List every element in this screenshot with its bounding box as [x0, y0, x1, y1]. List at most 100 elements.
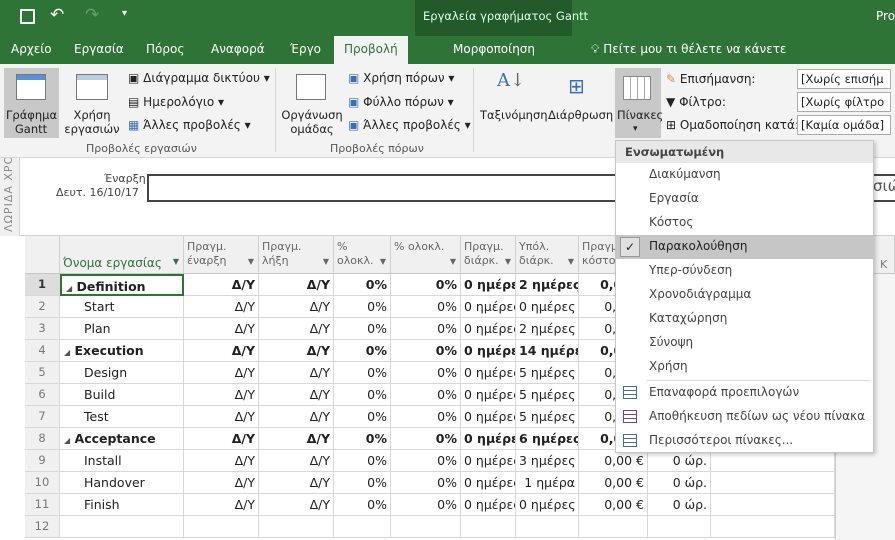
- table-cell[interactable]: ◢ Execution: [60, 340, 184, 362]
- table-cell[interactable]: 0%: [334, 450, 391, 472]
- table-cell[interactable]: 0 ώρ.: [648, 450, 711, 472]
- tell-me[interactable]: 💡︎ Πείτε μου τι θέλετε να κάνετε: [591, 42, 786, 57]
- table-cell[interactable]: ◢ Definition: [60, 274, 184, 296]
- table-cell[interactable]: Δ/Υ: [259, 428, 334, 450]
- table-cell[interactable]: Δ/Υ: [184, 472, 259, 494]
- menu-action[interactable]: Περισσότεροι πίνακες...: [616, 429, 873, 453]
- menu-item-table[interactable]: Καταχώρηση: [616, 307, 873, 331]
- menu-item-table[interactable]: Εργασία: [616, 187, 873, 211]
- table-cell[interactable]: 0 ημέρες: [461, 428, 516, 450]
- table-cell[interactable]: Δ/Υ: [184, 450, 259, 472]
- menu-action[interactable]: Επαναφορά προεπιλογών: [616, 381, 873, 405]
- table-cell[interactable]: Δ/Υ: [184, 428, 259, 450]
- table-cell[interactable]: Δ/Υ: [184, 296, 259, 318]
- table-cell[interactable]: [60, 516, 184, 538]
- resource-sheet-button[interactable]: ▣ Φύλλο πόρων ▾: [348, 95, 454, 109]
- tab-file[interactable]: Αρχείο: [11, 42, 52, 56]
- undo-icon[interactable]: ↶: [50, 5, 64, 25]
- table-cell[interactable]: 0%: [391, 274, 461, 296]
- resource-usage-button[interactable]: ▣ Χρήση πόρων ▾: [348, 71, 454, 85]
- outline-button[interactable]: ⊞ Διάρθρωση: [546, 68, 614, 138]
- tables-button[interactable]: Πίνακες ▾: [615, 68, 663, 138]
- table-cell[interactable]: 0%: [334, 318, 391, 340]
- table-cell[interactable]: 3 ημέρες: [516, 450, 579, 472]
- table-cell[interactable]: [334, 516, 391, 538]
- group-by-dropdown[interactable]: [Καμία ομάδα]: [797, 115, 891, 135]
- menu-item-table[interactable]: Διακύμανση: [616, 163, 873, 187]
- table-cell[interactable]: [516, 516, 579, 538]
- table-cell[interactable]: 0,00 €: [579, 450, 648, 472]
- table-cell[interactable]: 2 ημέρες: [516, 274, 579, 296]
- table-cell[interactable]: 0 ημέρες: [461, 472, 516, 494]
- filter-dropdown[interactable]: [Χωρίς φίλτρο: [797, 92, 891, 112]
- menu-action[interactable]: Αποθήκευση πεδίων ως νέου πίνακα: [616, 405, 873, 429]
- table-cell[interactable]: Δ/Υ: [259, 450, 334, 472]
- table-cell[interactable]: Handover: [60, 472, 184, 494]
- table-cell[interactable]: Δ/Υ: [259, 362, 334, 384]
- table-cell[interactable]: 0%: [334, 384, 391, 406]
- column-header[interactable]: Πραγμ. λήξη ▼: [259, 236, 334, 274]
- table-cell[interactable]: Start: [60, 296, 184, 318]
- table-cell[interactable]: Δ/Υ: [184, 362, 259, 384]
- row-number[interactable]: 2: [25, 296, 60, 318]
- tab-report[interactable]: Αναφορά: [211, 42, 265, 56]
- table-cell[interactable]: Plan: [60, 318, 184, 340]
- column-header[interactable]: Όνομα εργασίας ▼: [60, 236, 184, 274]
- row-number[interactable]: 10: [25, 472, 60, 494]
- row-number[interactable]: 9: [25, 450, 60, 472]
- row-number[interactable]: 4: [25, 340, 60, 362]
- table-cell[interactable]: 0%: [391, 296, 461, 318]
- table-cell[interactable]: [711, 450, 835, 472]
- table-cell[interactable]: Δ/Υ: [184, 494, 259, 516]
- select-all[interactable]: [25, 236, 60, 274]
- table-cell[interactable]: 0%: [334, 340, 391, 362]
- menu-item-table[interactable]: Υπερ-σύνδεση: [616, 259, 873, 283]
- table-cell[interactable]: Finish: [60, 494, 184, 516]
- table-cell[interactable]: 0%: [391, 340, 461, 362]
- table-cell[interactable]: 0 ημέρες: [461, 450, 516, 472]
- table-cell[interactable]: 0%: [391, 362, 461, 384]
- table-cell[interactable]: 0 ώρ.: [648, 472, 711, 494]
- table-cell[interactable]: Δ/Υ: [259, 384, 334, 406]
- tab-project[interactable]: Έργο: [290, 42, 321, 56]
- table-cell[interactable]: 0 ημέρες: [461, 494, 516, 516]
- column-header[interactable]: Πραγμ. διάρκ. ▼: [461, 236, 516, 274]
- table-cell[interactable]: Δ/Υ: [259, 494, 334, 516]
- table-cell[interactable]: 5 ημέρες: [516, 362, 579, 384]
- table-cell[interactable]: 0,00 €: [579, 472, 648, 494]
- table-cell[interactable]: 1 ημέρα: [516, 472, 579, 494]
- table-cell[interactable]: 0 ημέρες: [516, 296, 579, 318]
- collapse-icon[interactable]: ◢: [64, 436, 70, 445]
- row-number[interactable]: 8: [25, 428, 60, 450]
- table-cell[interactable]: Δ/Υ: [184, 318, 259, 340]
- table-cell[interactable]: Δ/Υ: [259, 318, 334, 340]
- table-cell[interactable]: 5 ημέρες: [516, 406, 579, 428]
- column-header[interactable]: Υπόλ. διάρκ. ▼: [516, 236, 579, 274]
- column-header[interactable]: % ολοκλ. ▼: [334, 236, 391, 274]
- table-cell[interactable]: 0%: [334, 406, 391, 428]
- table-cell[interactable]: 0,00 €: [579, 494, 648, 516]
- table-cell[interactable]: [259, 516, 334, 538]
- table-cell[interactable]: Δ/Υ: [184, 340, 259, 362]
- tab-task[interactable]: Εργασία: [74, 42, 124, 56]
- team-planner-button[interactable]: Οργάνωση ομάδας: [280, 68, 344, 138]
- table-cell[interactable]: 2 ημέρες: [516, 318, 579, 340]
- network-diagram-button[interactable]: ▣ Διάγραμμα δικτύου ▾: [128, 71, 270, 85]
- table-cell[interactable]: Δ/Υ: [184, 384, 259, 406]
- tab-view[interactable]: Προβολή: [334, 36, 408, 64]
- table-cell[interactable]: [711, 494, 835, 516]
- table-cell[interactable]: Test: [60, 406, 184, 428]
- save-icon[interactable]: [20, 9, 35, 24]
- table-cell[interactable]: [579, 516, 648, 538]
- row-number[interactable]: 11: [25, 494, 60, 516]
- menu-item-table[interactable]: ✓ Παρακολούθηση: [616, 235, 873, 259]
- table-cell[interactable]: Δ/Υ: [184, 406, 259, 428]
- table-cell[interactable]: 0%: [334, 472, 391, 494]
- table-cell[interactable]: ◢ Acceptance: [60, 428, 184, 450]
- table-cell[interactable]: [391, 516, 461, 538]
- table-cell[interactable]: 0 ημέρες: [461, 406, 516, 428]
- table-cell[interactable]: 0%: [334, 296, 391, 318]
- table-cell[interactable]: 0%: [334, 494, 391, 516]
- collapse-icon[interactable]: ◢: [64, 348, 70, 357]
- tab-resource[interactable]: Πόρος: [146, 42, 184, 56]
